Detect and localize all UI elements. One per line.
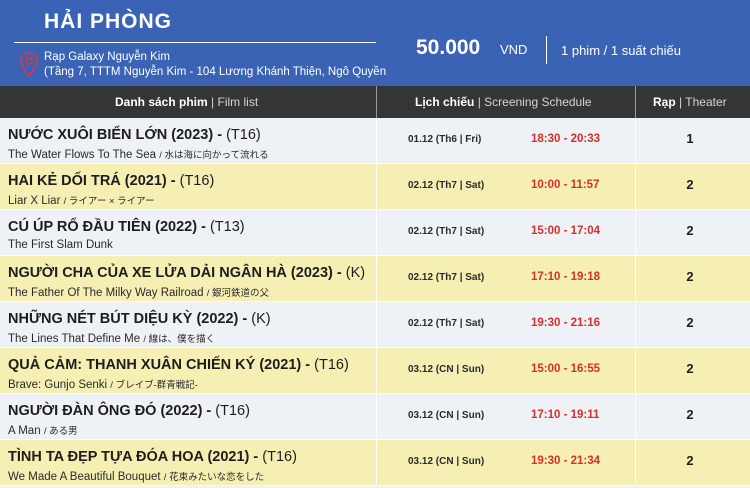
price-divider [546,36,547,64]
col-divider [635,86,636,118]
screening-date: 01.12 (Th6 | Fri) [408,134,482,145]
table-row: TÌNH TA ĐẸP TỰA ĐÓA HOA (2021) - (T16) W… [0,440,750,486]
film-rating: (K) [345,265,366,281]
film-title: TÌNH TA ĐẸP TỰA ĐÓA HOA (2021) - (T16) [8,449,297,465]
ticket-price: 50.000 [416,36,481,59]
film-rating: (T16) [226,127,261,143]
title-divider [14,42,376,43]
film-rating: (T13) [209,219,245,235]
screening-time: 10:00 - 11:57 [531,179,600,191]
screening-date: 02.12 (Th7 | Sat) [408,318,485,329]
film-title: NƯỚC XUÔI BIỂN LỚN (2023) - (T16) [8,127,261,143]
col-header-sep: | [477,95,481,109]
table-row: NƯỚC XUÔI BIỂN LỚN (2023) - (T16) The Wa… [0,118,750,164]
screening-time: 19:30 - 21:16 [531,317,601,329]
theater-number: 2 [686,361,694,376]
film-subtitle: The Water Flows To The Sea / 水は海に向かって流れる [8,149,269,161]
screening-date: 02.12 (Th7 | Sat) [408,226,485,237]
table-row: HAI KẺ DỐI TRÁ (2021) - (T16) Liar X Lia… [0,164,750,210]
film-subtitle: The Father Of The Milky Way Railroad / 銀… [8,287,270,299]
col-header-schedule-en: Screening Schedule [484,95,592,109]
screening-time: 15:00 - 16:55 [531,363,601,375]
location-pin-icon [20,52,38,78]
theater-number: 2 [686,407,694,422]
screening-time: 17:10 - 19:18 [531,271,601,283]
theater-number: 2 [686,269,694,284]
table-row: NHỮNG NÉT BÚT DIỆU KỲ (2022) - (K) The L… [0,302,750,348]
col-header-schedule-vi: Lịch chiếu [415,95,475,109]
film-subtitle: Brave: Gunjo Senki / ブレイブ-群青戦記- [8,379,198,391]
table-header: Danh sách phim | Film list Lịch chiếu | … [0,86,750,118]
screening-time: 18:30 - 20:33 [531,133,601,145]
col-header-theater: Rạp | Theater [653,86,727,118]
film-title: HAI KẺ DỐI TRÁ (2021) - (T16) [8,173,215,189]
screening-time: 17:10 - 19:11 [531,409,600,421]
col-header-theater-en: Theater [685,95,727,109]
film-subtitle: The Lines That Define Me / 線は、僕を描く [8,333,216,345]
table-row: CÚ ÚP RỔ ĐẦU TIÊN (2022) - (T13) The Fir… [0,210,750,256]
screening-time: 19:30 - 21:34 [531,455,601,467]
film-title: NGƯỜI ĐÀN ÔNG ĐÓ (2022) - (T16) [8,403,250,419]
col-header-film-en: Film list [217,95,259,109]
screening-date: 03.12 (CN | Sun) [408,410,485,421]
cinema-info: Rạp Galaxy Nguyễn Kim (Tầng 7, TTTM Nguy… [44,50,386,80]
film-title: QUẢ CẢM: THANH XUÂN CHIẾN KÝ (2021) - (T… [8,357,349,373]
screening-date: 03.12 (CN | Sun) [408,456,485,467]
film-rating: (T16) [179,173,215,189]
film-subtitle: We Made A Beautiful Bouquet / 花束みたいな恋をした [8,471,265,483]
screening-date: 03.12 (CN | Sun) [408,364,485,375]
film-title: CÚ ÚP RỔ ĐẦU TIÊN (2022) - (T13) [8,219,245,235]
film-title: NHỮNG NÉT BÚT DIỆU KỲ (2022) - (K) [8,311,271,327]
cinema-name: Rạp Galaxy Nguyễn Kim [44,51,170,63]
theater-number: 2 [686,223,694,238]
theater-number: 2 [686,453,694,468]
price-currency: VND [500,42,528,57]
theater-number: 1 [686,131,694,146]
film-rating: (K) [251,311,271,327]
film-subtitle: Liar X Liar / ライアー × ライアー [8,195,155,207]
col-header-schedule: Lịch chiếu | Screening Schedule [415,86,592,118]
film-rating: (T16) [215,403,250,419]
table-row: QUẢ CẢM: THANH XUÂN CHIẾN KÝ (2021) - (T… [0,348,750,394]
screening-date: 02.12 (Th7 | Sat) [408,272,485,283]
theater-number: 2 [686,315,694,330]
ticket-rule: 1 phim / 1 suất chiếu [561,43,681,58]
screening-time: 15:00 - 17:04 [531,225,601,237]
city-title: HẢI PHÒNG [44,10,173,33]
screening-date: 02.12 (Th7 | Sat) [408,180,485,191]
table-row: NGƯỜI CHA CỦA XE LỬA DẢI NGÂN HÀ (2023) … [0,256,750,302]
theater-number: 2 [686,177,694,192]
film-rating: (T16) [314,357,349,373]
film-subtitle: The First Slam Dunk [8,239,113,251]
film-subtitle: A Man / ある男 [8,425,78,437]
table-row: NGƯỜI ĐÀN ÔNG ĐÓ (2022) - (T16) A Man / … [0,394,750,440]
col-header-theater-vi: Rạp [653,95,676,109]
col-header-film-vi: Danh sách phim [115,95,208,109]
col-header-film: Danh sách phim | Film list [115,86,258,118]
col-divider [376,86,377,118]
col-header-sep: | [679,95,683,109]
col-header-sep: | [211,95,215,109]
film-title: NGƯỜI CHA CỦA XE LỬA DẢI NGÂN HÀ (2023) … [8,265,366,281]
header-banner: HẢI PHÒNG Rạp Galaxy Nguyễn Kim (Tầng 7,… [0,0,750,86]
film-rating: (T16) [262,449,297,465]
cinema-address: (Tầng 7, TTTM Nguyễn Kim - 104 Lương Khá… [44,66,387,78]
